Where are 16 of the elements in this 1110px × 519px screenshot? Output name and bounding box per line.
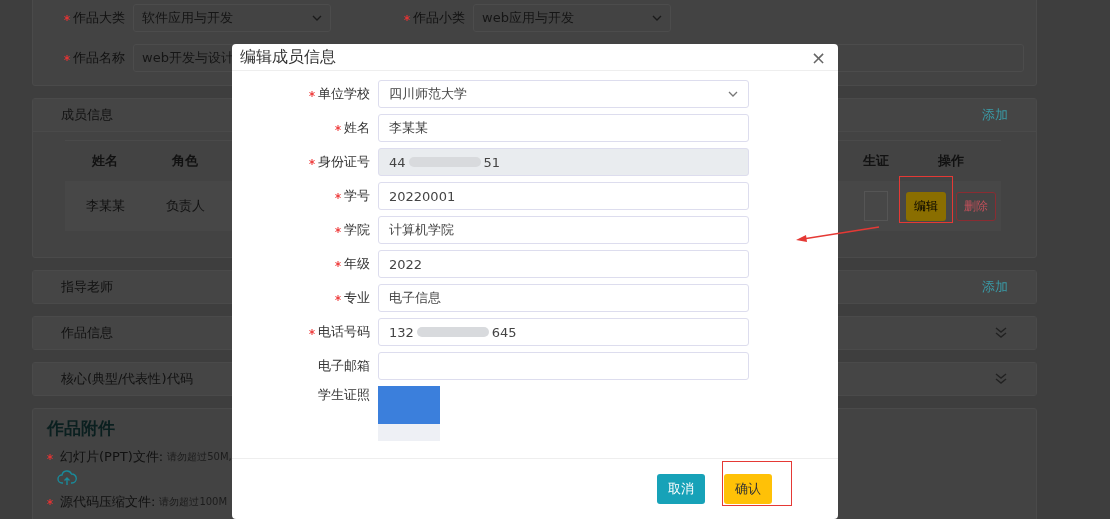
field-label: 年级 xyxy=(344,255,370,273)
field-label: 电子邮箱 xyxy=(318,357,370,375)
value-text: 132 xyxy=(389,324,414,340)
field-label: 身份证号 xyxy=(318,153,370,171)
field-label: 学号 xyxy=(344,187,370,205)
section-title: 作品附件 xyxy=(47,417,116,440)
field-label: 专业 xyxy=(344,289,370,307)
field-label: 学生证照 xyxy=(318,386,370,404)
value-text: 44 xyxy=(389,154,406,170)
field-label: 姓名 xyxy=(344,119,370,137)
value-text: 645 xyxy=(491,324,517,340)
value-text: 51 xyxy=(483,154,501,170)
dialog-title: 编辑成员信息 xyxy=(240,46,336,68)
field-label: 单位学校 xyxy=(318,85,370,103)
field-label: 学院 xyxy=(344,221,370,239)
field-label: 电话号码 xyxy=(318,323,370,341)
